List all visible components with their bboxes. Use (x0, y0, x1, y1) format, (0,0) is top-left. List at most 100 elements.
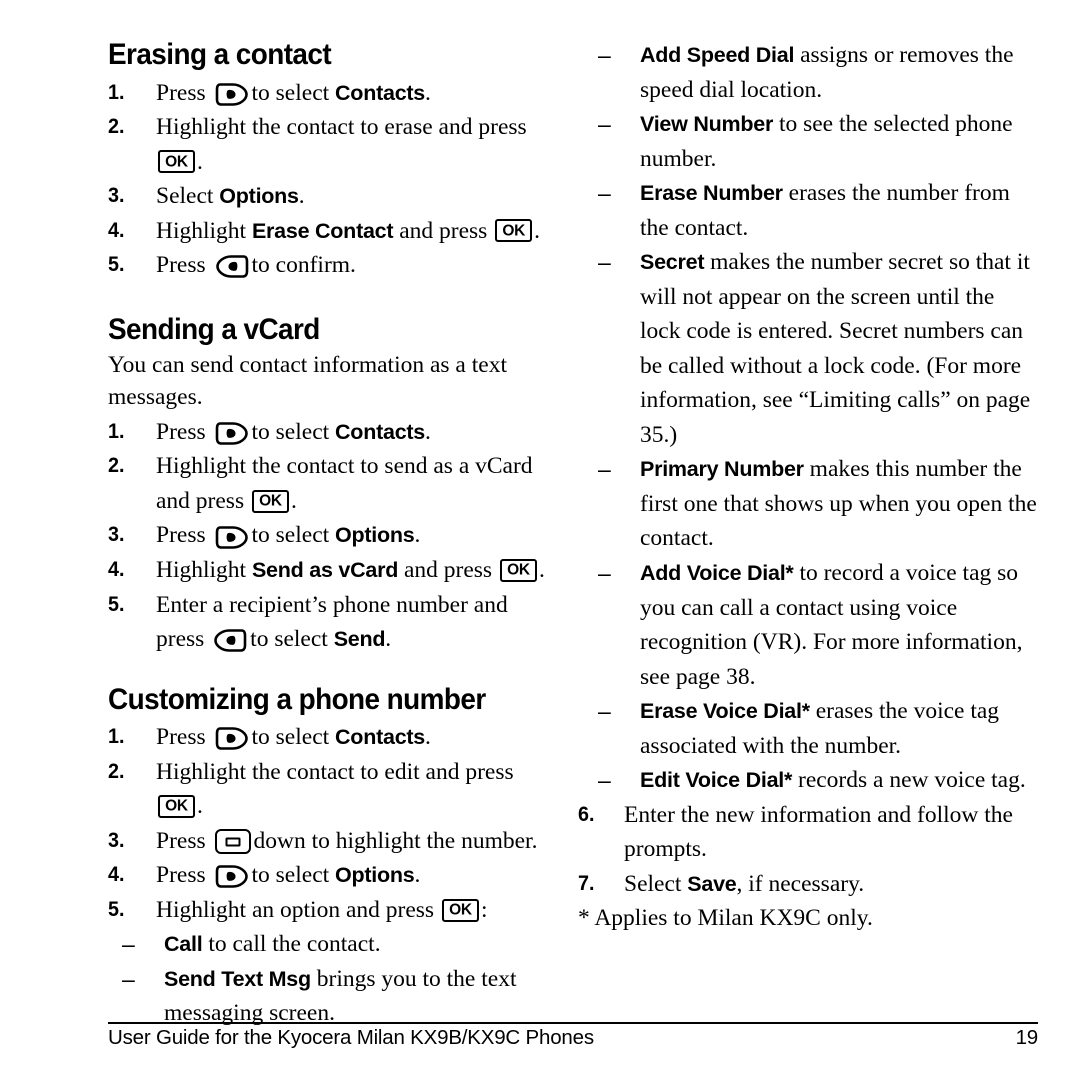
dash-bullet: – (598, 249, 611, 276)
step-item: 2. Highlight the contact to erase and pr… (108, 110, 560, 179)
step-number: 3. (108, 184, 125, 208)
step-number: 5. (108, 897, 125, 921)
step-item: 3. Select Options. (108, 179, 560, 214)
step-number: 2. (108, 115, 125, 139)
dash-bullet: – (598, 767, 611, 794)
list-item-text: Add Voice Dial* to record a voice tag so… (640, 559, 1023, 690)
list-item: – Send Text Msg brings you to the text m… (120, 962, 560, 1031)
step-text: Enter a recipient’s phone number and pre… (156, 591, 508, 653)
step-text: Select Save, if necessary. (624, 870, 865, 897)
dash-bullet: – (598, 698, 611, 725)
ui-string: Erase Contact (251, 218, 394, 243)
right-soft-key-icon (215, 864, 249, 889)
list-item: – Call to call the contact. (120, 927, 560, 962)
page-footer: User Guide for the Kyocera Milan KX9B/KX… (108, 1026, 1038, 1050)
footer-divider (108, 1022, 1038, 1024)
list-item-text: Add Speed Dial assigns or removes the sp… (640, 42, 1014, 103)
heading-customizing-a-phone-number: Customizing a phone number (108, 682, 486, 716)
list-item: – Erase Number erases the number from th… (578, 176, 1038, 245)
dash-bullet: – (122, 931, 135, 958)
step-text: Press down to highlight the number. (156, 827, 538, 855)
ui-string: Erase Number (640, 181, 783, 206)
step-text: Press to confirm. (156, 252, 356, 279)
list-item-text: Secret makes the number secret so that i… (640, 249, 1031, 448)
step-number: 3. (108, 828, 125, 852)
list-item-text: View Number to see the selected phone nu… (640, 111, 1013, 172)
ui-string: Add Speed Dial (640, 43, 795, 67)
step-number: 4. (108, 863, 125, 887)
step-number: 1. (108, 725, 125, 749)
list-item: – Erase Voice Dial* erases the voice tag… (578, 694, 1038, 763)
step-item: 5. Highlight an option and press OK: (108, 893, 560, 928)
step-item: 1. Press to select Contacts. (108, 415, 560, 450)
step-number: 3. (108, 523, 125, 547)
list-item: – Add Voice Dial* to record a voice tag … (578, 556, 1038, 694)
step-text: Press to select Options. (156, 522, 421, 549)
ui-string: Options (335, 523, 415, 548)
dash-bullet: – (598, 559, 611, 586)
step-item: 5. Enter a recipient’s phone number and … (108, 588, 560, 657)
step-text: Highlight an option and press OK: (156, 896, 488, 923)
ok-key-icon: OK (441, 898, 479, 922)
step-item: 7. Select Save, if necessary. (578, 867, 1038, 902)
step-item: 6. Enter the new information and follow … (578, 798, 1038, 867)
step-text: Highlight the contact to send as a vCard… (156, 453, 533, 514)
step-text: Highlight the contact to edit and press … (156, 758, 514, 820)
right-column: – Add Speed Dial assigns or removes the … (578, 38, 1038, 937)
list-item-text: Call to call the contact. (164, 931, 381, 958)
dash-bullet: – (598, 456, 611, 483)
step-number: 5. (108, 592, 125, 616)
ui-string: Contacts (335, 725, 426, 750)
list-item-text: Erase Voice Dial* erases the voice tag a… (640, 698, 1000, 759)
step-number: 4. (108, 218, 125, 242)
list-item: – View Number to see the selected phone … (578, 107, 1038, 176)
step-number: 7. (578, 871, 595, 895)
navigation-key-icon (214, 829, 251, 855)
step-text: Highlight Erase Contact and press OK. (156, 217, 541, 244)
step-text: Highlight the contact to erase and press… (156, 114, 527, 175)
step-text: Press to select Contacts. (156, 418, 431, 445)
step-number: 4. (108, 558, 125, 581)
list-item: – Primary Number makes this number the f… (578, 452, 1038, 556)
ui-string: Save (687, 871, 737, 896)
ui-string: Erase Voice Dial* (640, 699, 810, 724)
ui-string: Send Text Msg (164, 966, 311, 991)
step-item: 5. Press to confirm. (108, 248, 560, 283)
dash-bullet: – (598, 180, 611, 207)
ok-key-icon: OK (158, 794, 195, 818)
intro-paragraph: You can send contact information as a te… (108, 352, 507, 410)
ok-key-icon: OK (251, 489, 289, 513)
step-text: Press to select Contacts. (156, 79, 431, 107)
dash-bullet: – (598, 111, 611, 138)
ui-string: Edit Voice Dial* (640, 768, 793, 793)
ok-key-icon: OK (158, 150, 195, 174)
ui-string: Send as vCard (251, 558, 399, 582)
left-soft-key-icon (213, 628, 247, 653)
ui-string: Call (164, 932, 203, 957)
footnote: * Applies to Milan KX9C only. (578, 905, 873, 932)
step-text: Select Options. (156, 183, 305, 210)
right-soft-key-icon (215, 82, 249, 107)
step-number: 6. (578, 802, 595, 826)
ui-string: Contacts (335, 419, 426, 444)
step-item: 4. Highlight Erase Contact and press OK. (108, 214, 560, 249)
ui-string: Primary Number (640, 457, 804, 482)
step-text: Enter the new information and follow the… (624, 801, 1013, 863)
ui-string: Contacts (335, 80, 426, 105)
dash-bullet: – (122, 965, 135, 992)
step-text: Press to select Contacts. (156, 724, 431, 751)
ui-string: Options (219, 184, 299, 209)
ui-string: Add Voice Dial* (640, 560, 794, 585)
step-item: 1. Press to select Contacts. (108, 76, 560, 111)
step-number: 2. (108, 759, 125, 783)
list-item: – Add Speed Dial assigns or removes the … (578, 38, 1038, 107)
step-item: 3. Press to select Options. (108, 518, 560, 553)
ui-string: Send (333, 627, 386, 652)
step-number: 2. (108, 454, 125, 478)
list-item: – Secret makes the number secret so that… (578, 245, 1038, 452)
list-item-text: Erase Number erases the number from the … (640, 180, 1010, 241)
step-item: 4. Press to select Options. (108, 858, 560, 893)
step-text: Highlight Send as vCard and press OK. (156, 557, 545, 583)
